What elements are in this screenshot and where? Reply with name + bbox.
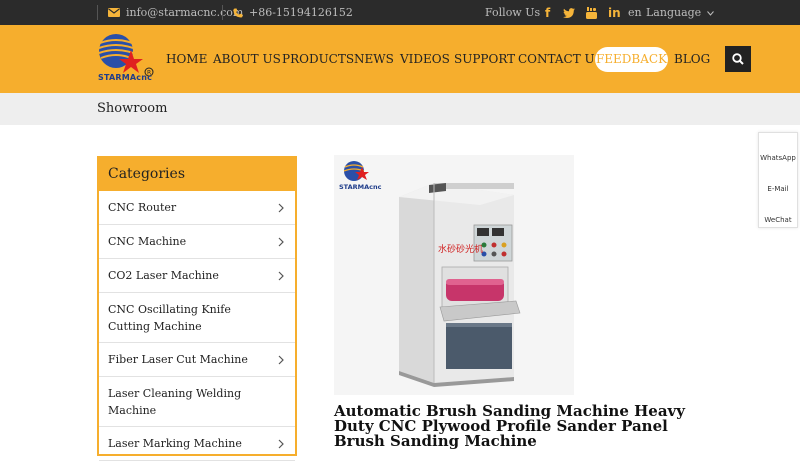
side-wechat[interactable]: WeChat [759,195,797,226]
twitter-icon[interactable] [563,0,575,25]
nav-feedback[interactable]: FEEDBACK [595,47,668,72]
phone-text[interactable]: +86-15194126152 [249,0,353,25]
chevron-right-icon [278,203,284,212]
nav-blog[interactable]: BLOG [674,25,710,93]
email-contact[interactable]: info@starmacnc.com [108,0,243,25]
category-label[interactable]: CNC Router [108,199,176,216]
side-email[interactable]: E-Mail [759,164,797,195]
youtube-icon[interactable] [586,0,597,25]
chevron-right-icon [278,237,284,246]
email-text[interactable]: info@starmacnc.com [126,0,243,25]
breadcrumb: Showroom [0,93,800,125]
chevron-right-icon [278,355,284,364]
divider [97,5,98,20]
category-item-laser-cleaning[interactable]: Laser Cleaning Welding Machine [99,377,295,427]
chevron-right-icon [278,439,284,448]
nav-support[interactable]: SUPPORT [454,25,515,93]
category-item-fiber-laser[interactable]: Fiber Laser Cut Machine [99,343,295,377]
category-item-laser-marking[interactable]: Laser Marking Machine [99,427,295,461]
category-label[interactable]: CNC Oscillating Knife Cutting Machine [108,301,265,335]
search-button[interactable] [725,46,751,72]
nav-news[interactable]: NEWS [354,25,394,93]
machine-label: 水砂砂光机 [438,243,483,255]
category-item-oscillating-knife[interactable]: CNC Oscillating Knife Cutting Machine [99,293,295,343]
side-whatsapp[interactable]: WhatsApp [759,133,797,164]
envelope-icon [108,8,120,17]
category-item-cnc-router[interactable]: CNC Router [99,191,295,225]
chevron-right-icon [278,271,284,280]
categories-panel: Categories CNC Router CNC Machine CO2 La… [97,156,297,461]
language-selector[interactable]: Language [646,0,715,25]
category-label[interactable]: Laser Cleaning Welding Machine [108,385,265,419]
top-bar: info@starmacnc.com +86-15194126152 Follo… [0,0,800,25]
category-label[interactable]: Fiber Laser Cut Machine [108,351,248,368]
language-label[interactable]: Language [646,0,701,25]
phone-contact[interactable]: +86-15194126152 [233,0,353,25]
category-label[interactable]: Laser Marking Machine [108,435,242,452]
search-icon [732,50,744,69]
divider [222,5,223,20]
nav-about-us[interactable]: ABOUT US [213,25,281,93]
nav-videos[interactable]: VIDEOS [400,25,450,93]
category-label[interactable]: CNC Machine [108,233,186,250]
image-watermark-logo: STARMAcnc [339,183,382,191]
nav-home[interactable]: HOME [166,25,207,93]
category-label[interactable]: CO2 Laser Machine [108,267,219,284]
logo-text: STARMAcnc [98,73,153,82]
chevron-down-icon [707,0,715,25]
product-title[interactable]: Automatic Brush Sanding Machine Heavy Du… [334,404,714,449]
nav-contact-us[interactable]: CONTACT US [518,25,603,93]
phone-icon [233,8,243,18]
language-code[interactable]: en [628,0,642,25]
facebook-icon[interactable]: f [545,0,550,25]
linkedin-icon[interactable]: in [608,0,621,25]
category-item-cnc-machine[interactable]: CNC Machine [99,225,295,259]
breadcrumb-current: Showroom [97,101,168,116]
categories-title: Categories [99,158,295,191]
follow-us-label: Follow Us [485,6,541,19]
contact-side-widget: WhatsApp E-Mail WeChat [758,132,798,228]
main-header: R STARMAcnc HOME ABOUT US PRODUCTS NEWS … [0,25,800,93]
nav-products[interactable]: PRODUCTS [282,25,354,93]
category-item-co2-laser[interactable]: CO2 Laser Machine [99,259,295,293]
product-image[interactable]: STARMAcnc 水砂砂光机 [334,155,574,395]
